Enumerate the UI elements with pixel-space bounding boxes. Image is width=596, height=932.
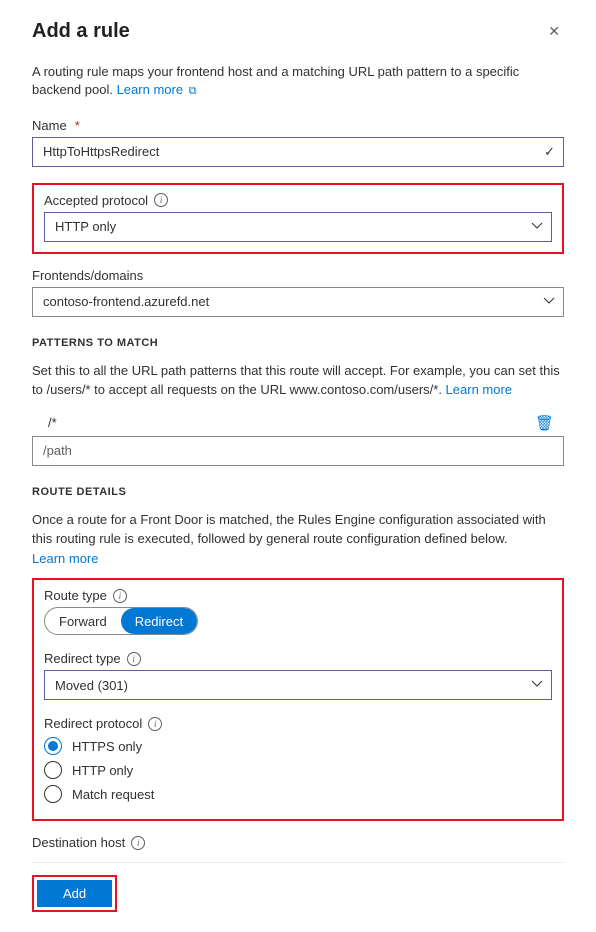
name-label: Name* <box>32 118 564 133</box>
redirect-type-select[interactable]: Moved (301) <box>44 670 552 700</box>
patterns-learn-more-link[interactable]: Learn more <box>446 382 512 397</box>
add-button[interactable]: Add <box>37 880 112 907</box>
redirect-type-label: Redirect type i <box>44 651 552 666</box>
radio-icon <box>44 737 62 755</box>
add-button-highlight: Add <box>32 875 117 912</box>
accepted-protocol-highlight: Accepted protocol i HTTP only <box>32 183 564 254</box>
intro-learn-more-link[interactable]: Learn more ⧉ <box>117 82 197 97</box>
chevron-down-icon <box>543 294 555 309</box>
info-icon[interactable]: i <box>154 193 168 207</box>
redirect-protocol-https-only[interactable]: HTTPS only <box>44 737 552 755</box>
required-indicator: * <box>75 118 80 133</box>
info-icon[interactable]: i <box>131 836 145 850</box>
route-details-heading: ROUTE DETAILS <box>32 486 564 498</box>
frontends-label: Frontends/domains <box>32 268 564 283</box>
external-link-icon: ⧉ <box>189 85 197 97</box>
radio-icon <box>44 785 62 803</box>
accepted-protocol-label: Accepted protocol i <box>44 193 552 208</box>
patterns-desc: Set this to all the URL path patterns th… <box>32 361 564 400</box>
route-details-desc: Once a route for a Front Door is matched… <box>32 510 564 569</box>
pattern-add-input[interactable] <box>32 436 564 466</box>
redirect-protocol-label: Redirect protocol i <box>44 716 552 731</box>
route-type-segmented: Forward Redirect <box>44 607 198 635</box>
frontends-select[interactable]: contoso-frontend.azurefd.net <box>32 287 564 317</box>
check-icon: ✓ <box>544 144 555 160</box>
intro-text: A routing rule maps your frontend host a… <box>32 63 564 100</box>
route-config-highlight: Route type i Forward Redirect Redirect t… <box>32 578 564 821</box>
destination-host-label: Destination host i <box>32 835 564 850</box>
info-icon[interactable]: i <box>127 652 141 666</box>
route-type-forward[interactable]: Forward <box>45 608 121 634</box>
redirect-protocol-http-only[interactable]: HTTP only <box>44 761 552 779</box>
trash-icon[interactable]: 🗑 <box>535 414 554 432</box>
info-icon[interactable]: i <box>113 589 127 603</box>
radio-icon <box>44 761 62 779</box>
chevron-down-icon <box>531 678 543 693</box>
name-input[interactable]: HttpToHttpsRedirect ✓ <box>32 137 564 167</box>
route-details-learn-more-link[interactable]: Learn more <box>32 551 98 566</box>
route-type-redirect[interactable]: Redirect <box>121 608 197 634</box>
patterns-heading: PATTERNS TO MATCH <box>32 337 564 349</box>
redirect-protocol-match-request[interactable]: Match request <box>44 785 552 803</box>
close-icon[interactable]: ✕ <box>544 20 564 42</box>
chevron-down-icon <box>531 219 543 234</box>
accepted-protocol-select[interactable]: HTTP only <box>44 212 552 242</box>
info-icon[interactable]: i <box>148 717 162 731</box>
panel-title: Add a rule <box>32 20 130 43</box>
route-type-label: Route type i <box>44 588 552 603</box>
pattern-item: /* 🗑 <box>32 410 564 436</box>
